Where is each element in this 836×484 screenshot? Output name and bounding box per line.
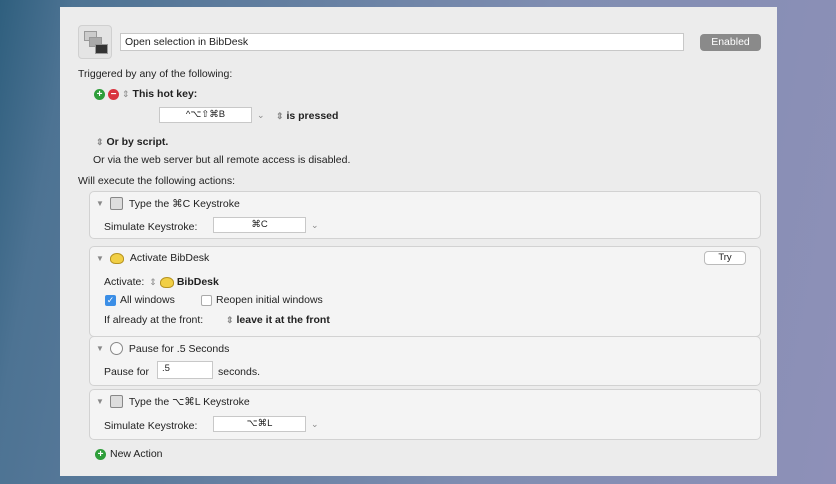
web-server-note: Or via the web server but all remote acc… — [93, 154, 351, 166]
disclosure-triangle-icon[interactable]: ▼ — [96, 199, 104, 208]
action-type-keystroke-2[interactable]: ▼ Type the ⌥⌘L Keystroke Simulate Keystr… — [89, 389, 761, 440]
all-windows-label: All windows — [120, 294, 175, 306]
front-select[interactable]: ⇕ leave it at the front — [226, 314, 330, 326]
chevron-down-icon[interactable]: ⌄ — [311, 419, 319, 430]
action-pause[interactable]: ▼ Pause for .5 Seconds Pause for .5 seco… — [89, 336, 761, 386]
enabled-button[interactable]: Enabled — [700, 34, 761, 51]
activate-label: Activate: — [104, 276, 145, 288]
try-button[interactable]: Try — [704, 251, 746, 265]
or-by-script-label: Or by script. — [106, 136, 169, 148]
bibdesk-icon — [159, 276, 174, 288]
hotkey-trigger-label[interactable]: This hot key: — [133, 88, 198, 100]
updown-icon: ⇕ — [96, 137, 104, 147]
macro-icon[interactable] — [78, 25, 112, 59]
add-icon: + — [95, 448, 106, 460]
updown-icon: ⇕ — [226, 315, 234, 325]
add-trigger-icon[interactable]: + — [94, 88, 105, 100]
new-action-button[interactable]: + New Action — [95, 448, 163, 460]
seconds-label: seconds. — [218, 366, 261, 378]
updown-icon[interactable]: ⇕ — [122, 89, 130, 100]
reopen-windows-checkbox[interactable]: Reopen initial windows — [201, 294, 323, 306]
updown-icon: ⇕ — [276, 111, 284, 121]
hotkey-field[interactable]: ^⌥⇧⌘B — [159, 107, 252, 123]
all-windows-checkbox[interactable]: ✓ All windows — [105, 294, 175, 306]
reopen-label: Reopen initial windows — [216, 294, 323, 306]
updown-icon: ⇕ — [149, 276, 157, 287]
keyboard-icon — [109, 197, 123, 210]
action-title: Type the ⌘C Keystroke — [128, 197, 240, 210]
action-title: Type the ⌥⌘L Keystroke — [128, 395, 250, 408]
new-action-label: New Action — [110, 448, 163, 460]
action-title: Activate BibDesk — [129, 252, 210, 264]
clock-icon — [109, 342, 123, 355]
macro-editor-window: Open selection in BibDesk Enabled Trigge… — [60, 7, 777, 476]
action-title: Pause for .5 Seconds — [128, 342, 230, 355]
action-activate-app[interactable]: ▼ Activate BibDesk Try Activate: ⇕ BibDes… — [89, 246, 761, 337]
is-pressed-label: is pressed — [286, 110, 339, 122]
or-by-script-select[interactable]: ⇕ Or by script. — [96, 136, 168, 148]
disclosure-triangle-icon[interactable]: ▼ — [96, 397, 104, 406]
triggers-heading: Triggered by any of the following: — [78, 68, 233, 80]
checkbox-checked-icon[interactable]: ✓ — [105, 294, 116, 306]
disclosure-triangle-icon[interactable]: ▼ — [96, 254, 104, 263]
action-type-keystroke-1[interactable]: ▼ Type the ⌘C Keystroke Simulate Keystro… — [89, 191, 761, 239]
keyboard-icon — [109, 395, 123, 408]
pause-label: Pause for — [104, 366, 149, 378]
simulate-keystroke-label: Simulate Keystroke: — [104, 420, 198, 432]
keystroke-field[interactable]: ⌥⌘L — [213, 416, 306, 432]
actions-heading: Will execute the following actions: — [78, 175, 235, 187]
remove-trigger-icon[interactable]: − — [108, 88, 119, 100]
app-select[interactable]: ⇕ BibDesk — [149, 276, 219, 288]
front-label: If already at the front: — [104, 314, 204, 326]
front-value: leave it at the front — [236, 314, 330, 326]
simulate-keystroke-label: Simulate Keystroke: — [104, 221, 198, 233]
chevron-down-icon[interactable]: ⌄ — [311, 220, 319, 231]
keystroke-field[interactable]: ⌘C — [213, 217, 306, 233]
app-name: BibDesk — [176, 276, 219, 288]
bibdesk-icon — [109, 252, 124, 264]
pause-input[interactable]: .5 — [157, 361, 213, 379]
disclosure-triangle-icon[interactable]: ▼ — [96, 344, 104, 353]
chevron-down-icon[interactable]: ⌄ — [257, 110, 265, 121]
is-pressed-select[interactable]: ⇕ is pressed — [276, 110, 338, 122]
checkbox-unchecked-icon[interactable] — [201, 294, 212, 306]
macro-name-input[interactable]: Open selection in BibDesk — [120, 33, 684, 51]
